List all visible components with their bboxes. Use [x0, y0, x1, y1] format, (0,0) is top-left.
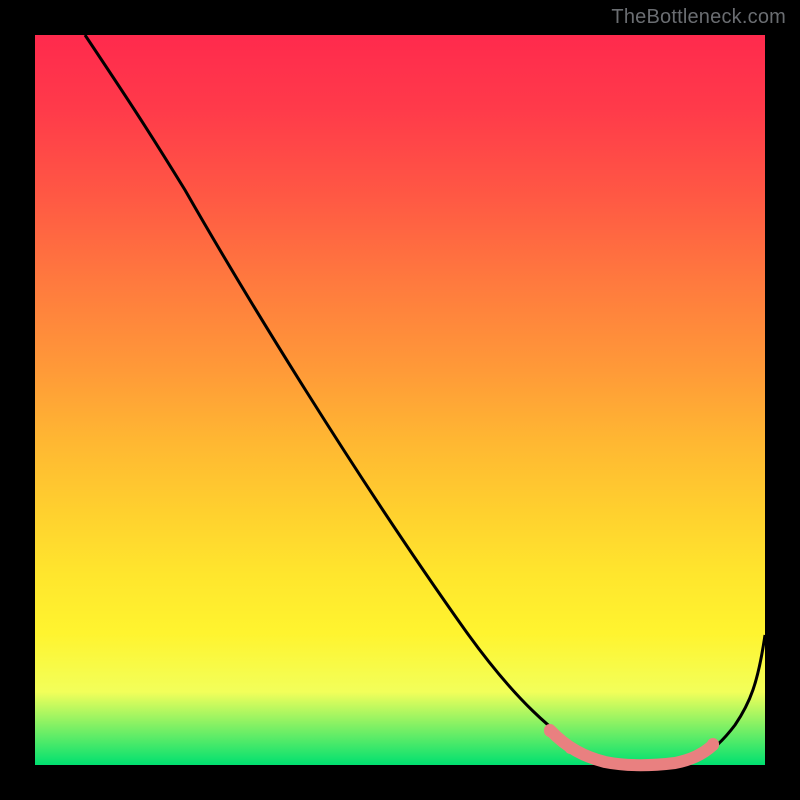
highlight-dot: [677, 756, 687, 766]
highlight-dot: [590, 755, 600, 765]
highlight-dot: [544, 725, 556, 737]
highlight-dot: [707, 738, 719, 750]
highlight-dot: [695, 748, 705, 758]
bottleneck-curve-svg: [35, 35, 765, 765]
highlight-dot: [650, 760, 660, 770]
bottleneck-curve-path: [85, 35, 765, 765]
chart-plot-area: [35, 35, 765, 765]
highlight-dot: [565, 744, 575, 754]
highlight-dot: [620, 760, 630, 770]
chart-frame: TheBottleneck.com: [0, 0, 800, 800]
attribution-text: TheBottleneck.com: [611, 6, 786, 29]
